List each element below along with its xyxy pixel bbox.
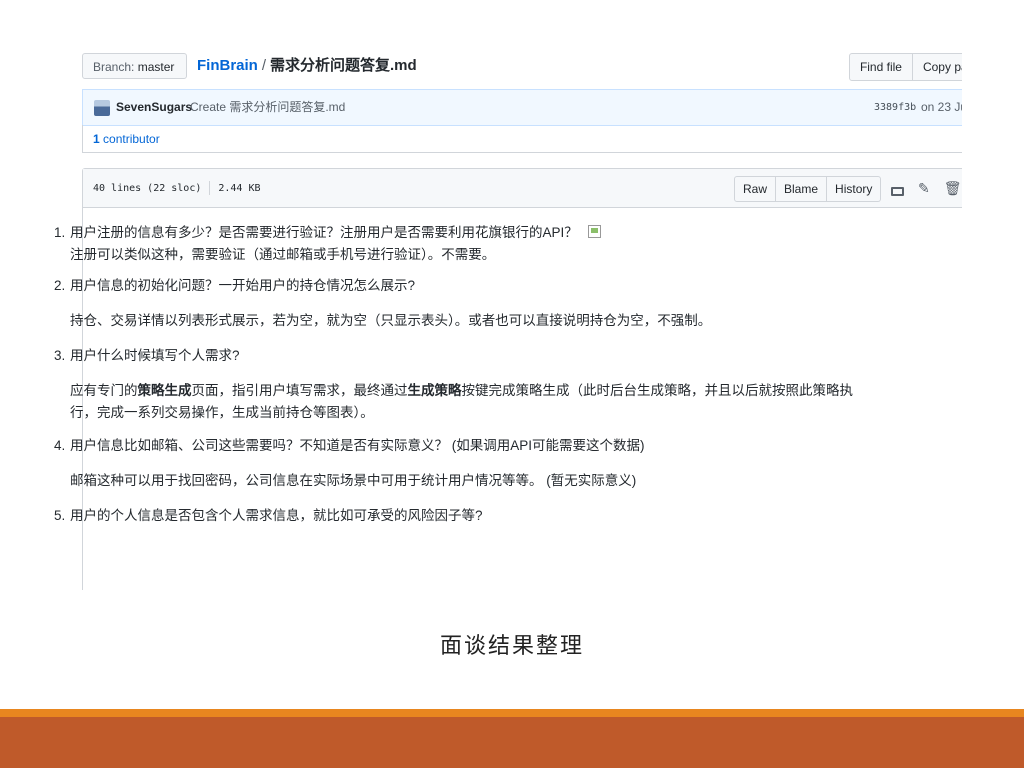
branch-selector[interactable]: Branch: master ▼ <box>82 53 187 99</box>
answer-1: 注册可以类似这种，需要验证（通过邮箱或手机号进行验证）。不需要。 <box>70 247 496 262</box>
list-item: 4. 用户信息比如邮箱、公司这些需要吗？不知道是否有实际意义？ (如果调用API可… <box>54 438 645 453</box>
file-actions: Raw Blame History <box>734 176 882 202</box>
file-nav-buttons: Find file Copy pat <box>848 53 962 81</box>
answer-4: 邮箱这种可以用于找回密码，公司信息在实际场景中可用于统计用户情况等等。 (暂无实… <box>70 473 637 488</box>
divider <box>209 181 211 195</box>
broken-image-icon <box>587 225 601 238</box>
list-item: 1. 用户注册的信息有多少？是否需要进行验证？注册用户是否需要利用花旗银行的API… <box>54 222 854 244</box>
contributors-bar[interactable]: 1 contributor <box>82 125 962 153</box>
generate-strategy-bold: 生成策略 <box>407 383 462 398</box>
trash-icon[interactable]: 🗑 <box>944 178 962 198</box>
breadcrumb: FinBrain / 需求分析问题答复.md <box>197 56 417 76</box>
raw-button[interactable]: Raw <box>734 176 777 202</box>
question-3: 用户什么时候填写个人需求? <box>70 348 240 363</box>
question-1: 用户注册的信息有多少？是否需要进行验证？注册用户是否需要利用花旗银行的API？ <box>70 225 578 240</box>
commit-author[interactable]: SevenSugars <box>116 90 192 125</box>
answer-2: 持仓、交易详情以列表形式展示，若为空，就为空（只显示表头）。或者也可以直接说明持… <box>70 313 712 328</box>
list-item: 3. 用户什么时候填写个人需求? <box>54 348 240 363</box>
footer-stripe <box>0 709 1024 717</box>
strategy-generation-bold: 策略生成 <box>137 383 192 398</box>
list-item: 2. 用户信息的初始化问题？一开始用户的持仓情况怎么展示? <box>54 278 416 293</box>
desktop-icon[interactable] <box>891 178 904 198</box>
pencil-icon[interactable]: ✎ <box>918 178 930 198</box>
file-header: 40 lines (22 sloc) 2.44 KB Raw Blame Hist… <box>83 169 962 208</box>
commit-message[interactable]: Create 需求分析问题答复.md <box>190 90 345 125</box>
history-button[interactable]: History <box>827 176 882 202</box>
copy-path-button[interactable]: Copy pat <box>912 53 962 81</box>
file-info: 40 lines (22 sloc) 2.44 KB <box>93 181 261 196</box>
branch-name: master <box>137 60 175 74</box>
repo-link[interactable]: FinBrain <box>197 57 258 74</box>
answer-3: 应有专门的策略生成页面，指引用户填写需求，最终通过生成策略按键完成策略生成（此时… <box>70 383 853 420</box>
breadcrumb-separator: / <box>261 57 267 74</box>
blame-button[interactable]: Blame <box>776 176 828 202</box>
slide-caption: 面谈结果整理 <box>439 634 584 659</box>
branch-label: Branch: <box>93 60 135 74</box>
file-size: 2.44 KB <box>218 183 261 194</box>
file-lines: 40 lines (22 sloc) <box>93 183 202 194</box>
file-tools: ✎ 🗑 <box>891 178 962 198</box>
avatar[interactable] <box>94 100 110 116</box>
question-2: 用户信息的初始化问题？一开始用户的持仓情况怎么展示? <box>70 278 416 293</box>
latest-commit-box: SevenSugars Create 需求分析问题答复.md 3389f3b o… <box>82 89 962 126</box>
contributor-label: contributor <box>103 132 160 146</box>
readme-content: 1. 用户注册的信息有多少？是否需要进行验证？注册用户是否需要利用花旗银行的API… <box>54 222 854 527</box>
commit-date: on 23 Ju <box>921 100 962 114</box>
question-4: 用户信息比如邮箱、公司这些需要吗？不知道是否有实际意义？ (如果调用API可能需… <box>70 438 645 453</box>
find-file-button[interactable]: Find file <box>848 53 913 81</box>
list-item: 5. 用户的个人信息是否包含个人需求信息，就比如可承受的风险因子等? <box>54 508 483 523</box>
footer-bar <box>0 717 1024 768</box>
contributor-count: 1 <box>93 132 100 146</box>
commit-sha[interactable]: 3389f3b <box>874 90 916 125</box>
file-name: 需求分析问题答复.md <box>270 57 417 74</box>
question-5: 用户的个人信息是否包含个人需求信息，就比如可承受的风险因子等? <box>70 508 483 523</box>
